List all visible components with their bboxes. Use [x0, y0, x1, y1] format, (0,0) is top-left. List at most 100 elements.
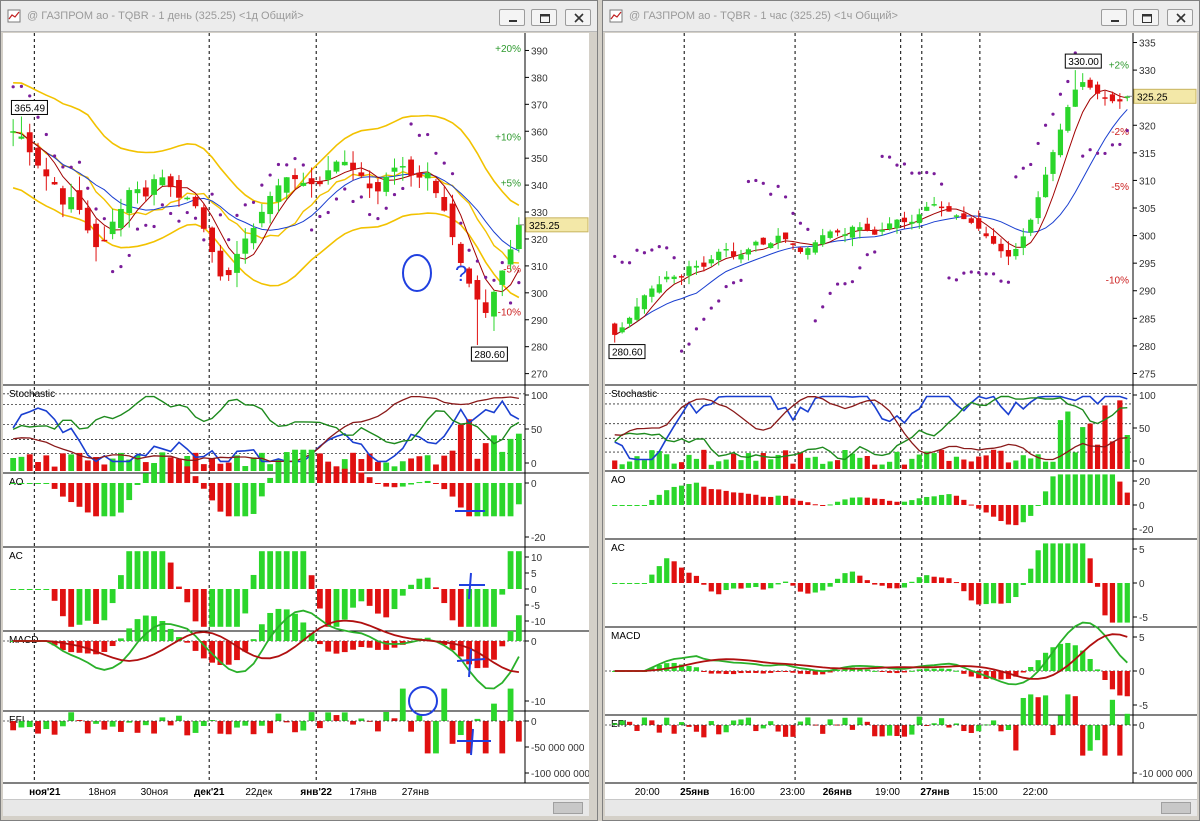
parabolic-sar-dot [202, 238, 206, 242]
parabolic-sar-dot [475, 259, 480, 263]
candle-body [864, 223, 870, 231]
ac-histogram-bar [283, 551, 290, 589]
ac-histogram-bar [901, 583, 908, 588]
price-tick-label: 315 [1139, 149, 1156, 160]
ac-histogram-bar [491, 589, 497, 627]
efi-histogram-bar [693, 725, 700, 732]
efi-histogram-bar [43, 721, 50, 730]
ao-histogram-bar [1035, 505, 1041, 506]
efi-histogram-bar [225, 721, 232, 735]
volume-bar [946, 460, 952, 469]
efi-histogram-bar [1094, 725, 1101, 741]
efi-histogram-bar [176, 715, 182, 721]
efi-histogram-bar [716, 725, 722, 735]
ac-histogram-bar [745, 583, 752, 588]
ac-histogram-bar [68, 589, 75, 627]
ac-histogram-bar [879, 583, 885, 586]
candle-body [1080, 82, 1086, 87]
parabolic-sar-dot [152, 224, 156, 229]
close-button[interactable] [1167, 9, 1193, 26]
candle-body [1050, 152, 1056, 174]
ac-histogram-bar [234, 589, 240, 627]
price-tick-label: 280 [1139, 342, 1156, 353]
horizontal-scrollbar[interactable] [3, 799, 589, 816]
stochastic-line-2 [13, 395, 520, 463]
ao-pane-title: AO [611, 475, 626, 486]
macd-histogram-bar [1094, 669, 1101, 671]
stoch-pane-title: Stochastic [611, 389, 657, 400]
efi-histogram-bar [678, 722, 685, 725]
maximize-button[interactable] [1133, 9, 1159, 26]
ao-histogram-bar [790, 498, 796, 505]
efi-histogram-bar [775, 725, 781, 732]
efi-histogram-bar [109, 721, 116, 727]
efi-histogram-bar [341, 712, 348, 721]
candle-body [159, 177, 166, 186]
candle-body [126, 190, 133, 214]
volume-bar [441, 455, 448, 471]
stochastic-line-0 [614, 395, 1128, 461]
efi-histogram-bar [93, 721, 99, 724]
ac-histogram-bar [782, 581, 789, 583]
candle-body [931, 204, 937, 206]
minimize-button[interactable] [1101, 9, 1127, 26]
efi-histogram-bar [1013, 725, 1019, 751]
close-button[interactable] [565, 9, 591, 26]
efi-histogram-bar [634, 725, 640, 731]
percent-level-label: +10% [495, 133, 521, 144]
ao-histogram-bar [1102, 474, 1108, 505]
macd-histogram-bar [901, 671, 908, 673]
hourly-chart-window[interactable]: @ ГАЗПРОМ ао - TQBR - 1 час (325.25) <1ч… [602, 0, 1200, 821]
window-title-bar[interactable]: @ ГАЗПРОМ ао - TQBR - 1 час (325.25) <1ч… [603, 1, 1199, 32]
candle-body [953, 215, 960, 217]
volume-bar [879, 464, 885, 469]
ao-histogram-bar [217, 483, 224, 512]
macd-histogram-bar [693, 667, 700, 671]
ac-histogram-bar [738, 583, 744, 589]
ao-tick-label: 0 [531, 479, 537, 490]
chart-area[interactable]: 390 380 370 360 350 340 330 320 310 300 290 280 270 +… [3, 33, 590, 801]
maximize-icon [540, 14, 550, 23]
ac-histogram-bar [209, 589, 216, 627]
minimize-button[interactable] [499, 9, 525, 26]
volume-bar [267, 464, 274, 471]
window-title-bar[interactable]: @ ГАЗПРОМ ао - TQBR - 1 день (325.25) <1… [1, 1, 597, 32]
volume-bar [834, 460, 841, 469]
ac-histogram-bar [1094, 583, 1101, 587]
efi-histogram-bar [482, 721, 489, 754]
parabolic-sar-dot [343, 187, 347, 191]
ac-histogram-bar [961, 583, 967, 592]
ac-histogram-bar [225, 589, 232, 627]
candle-body [701, 262, 707, 267]
chart-area[interactable]: 335330325320315310305300295290285280275+… [605, 33, 1197, 801]
parabolic-sar-dot [119, 264, 123, 269]
scrollbar-thumb[interactable] [1161, 802, 1191, 814]
volume-bar [641, 460, 648, 469]
ao-histogram-bar [805, 502, 811, 505]
price-tick-label: 285 [1139, 314, 1156, 325]
efi-histogram-bar [408, 721, 414, 732]
ac-histogram-bar [723, 583, 729, 591]
efi-histogram-bar [768, 721, 774, 725]
scrollbar-thumb[interactable] [553, 802, 583, 814]
ao-histogram-bar [626, 505, 633, 506]
ao-histogram-bar [686, 483, 692, 505]
candle-body [118, 208, 124, 229]
ao-histogram-bar [1117, 481, 1123, 505]
hourly-chart-canvas[interactable]: 335330325320315310305300295290285280275+… [605, 33, 1197, 801]
efi-histogram-bar [827, 719, 833, 725]
x-axis-label: 16:00 [730, 787, 755, 798]
horizontal-scrollbar[interactable] [605, 799, 1197, 816]
maximize-button[interactable] [531, 9, 557, 26]
price-tick-label: 350 [531, 154, 548, 165]
candle-body [612, 323, 618, 335]
efi-histogram-bar [849, 725, 856, 730]
parabolic-sar-dot [1036, 141, 1040, 146]
volume-bar [745, 453, 752, 469]
ao-histogram-bar [68, 483, 75, 503]
macd-histogram-bar [879, 671, 885, 672]
efi-histogram-bar [200, 721, 207, 726]
ac-histogram-bar [391, 589, 398, 610]
daily-chart-window[interactable]: @ ГАЗПРОМ ао - TQBR - 1 день (325.25) <1… [0, 0, 598, 821]
daily-chart-canvas[interactable]: 390380370360350340330320310300290280270+… [3, 33, 590, 801]
